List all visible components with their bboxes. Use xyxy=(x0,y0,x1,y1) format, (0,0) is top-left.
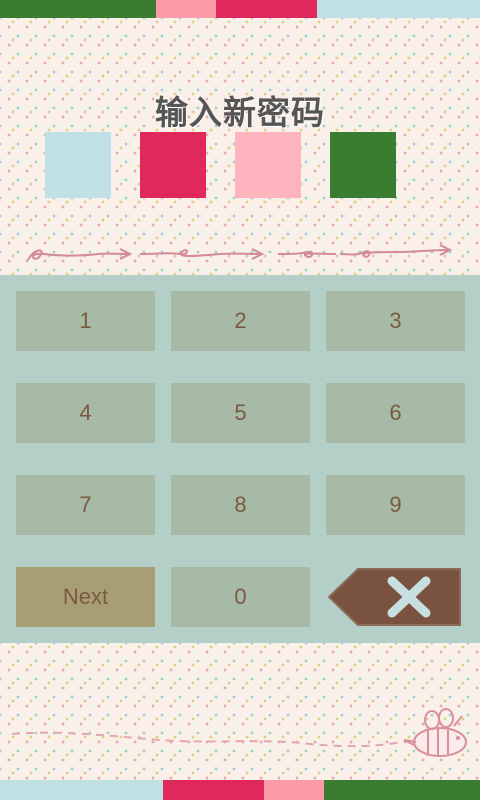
top-color-stripe xyxy=(0,0,480,18)
key-1[interactable]: 1 xyxy=(16,291,155,351)
next-button[interactable]: Next xyxy=(16,567,155,627)
stripe-segment xyxy=(0,0,156,18)
key-9[interactable]: 9 xyxy=(326,475,465,535)
key-0[interactable]: 0 xyxy=(171,567,310,627)
stripe-segment xyxy=(0,780,163,800)
pin-indicator-row xyxy=(0,132,480,198)
key-4[interactable]: 4 xyxy=(16,383,155,443)
stripe-segment xyxy=(264,780,324,800)
page-title: 输入新密码 xyxy=(155,93,325,132)
pin-slot-3 xyxy=(235,132,301,198)
numeric-keypad: 1 2 3 4 5 6 7 8 9 Next 0 xyxy=(0,275,480,643)
decorative-squiggle-arrow xyxy=(27,244,453,261)
key-5[interactable]: 5 xyxy=(171,383,310,443)
pin-slot-2 xyxy=(140,132,206,198)
decorative-bee-trail xyxy=(11,708,467,757)
key-8[interactable]: 8 xyxy=(171,475,310,535)
stripe-segment xyxy=(216,0,317,18)
pin-slot-1 xyxy=(45,132,111,198)
pin-slot-4 xyxy=(330,132,396,198)
key-7[interactable]: 7 xyxy=(16,475,155,535)
bottom-color-stripe xyxy=(0,780,480,800)
bee-icon xyxy=(403,708,467,757)
key-3[interactable]: 3 xyxy=(326,291,465,351)
stripe-segment xyxy=(163,780,264,800)
stripe-segment xyxy=(156,0,216,18)
stripe-segment xyxy=(324,780,480,800)
delete-button[interactable] xyxy=(328,567,462,627)
key-2[interactable]: 2 xyxy=(171,291,310,351)
key-6[interactable]: 6 xyxy=(326,383,465,443)
stripe-segment xyxy=(317,0,480,18)
